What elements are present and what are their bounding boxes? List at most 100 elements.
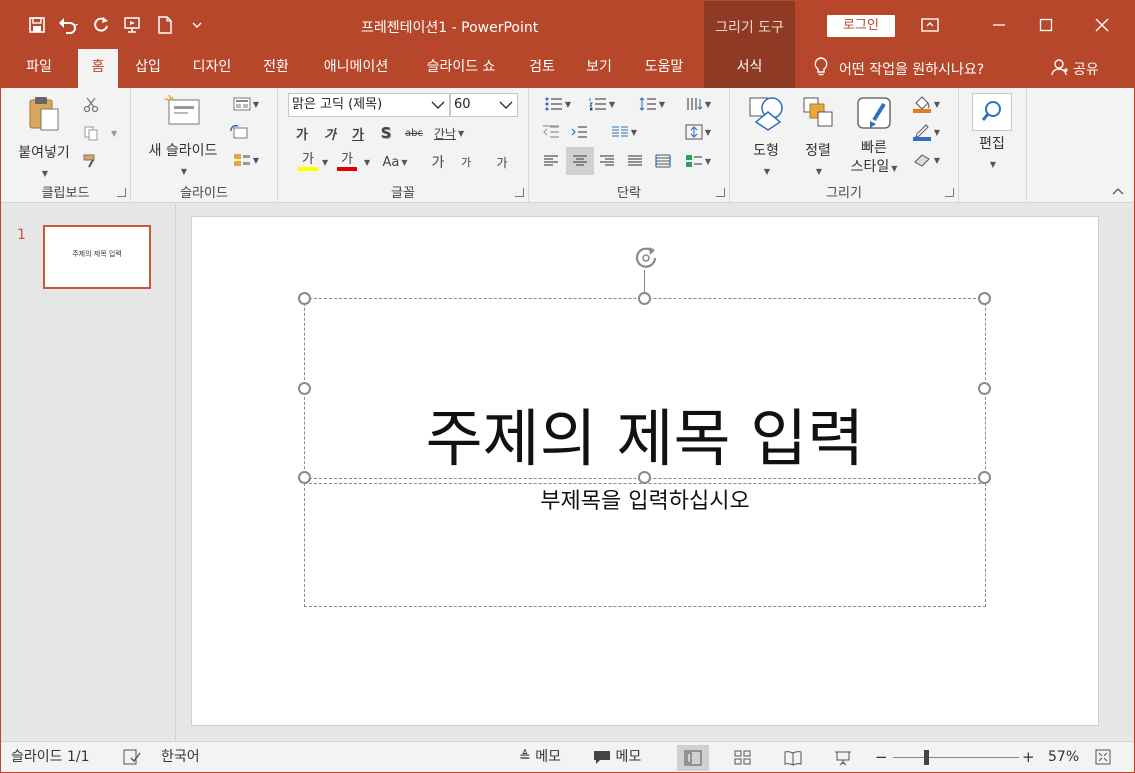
- resize-handle-left[interactable]: [298, 382, 311, 395]
- quick-styles-button[interactable]: 빠른 스타일 ▼: [842, 94, 906, 178]
- tab-help[interactable]: 도움말: [634, 49, 694, 88]
- login-button[interactable]: 로그인: [827, 15, 895, 37]
- resize-handle-top-right[interactable]: [978, 292, 991, 305]
- rotate-handle-icon[interactable]: [632, 244, 660, 272]
- reading-view-icon[interactable]: [777, 745, 809, 771]
- tab-transitions[interactable]: 전환: [253, 49, 299, 88]
- bold-button[interactable]: 가: [290, 122, 314, 144]
- align-center-icon[interactable]: [566, 147, 594, 175]
- italic-button[interactable]: 가: [318, 122, 342, 144]
- spell-check-icon[interactable]: [123, 742, 141, 772]
- slideshow-view-icon[interactable]: [827, 745, 859, 771]
- zoom-level[interactable]: 57%: [1048, 742, 1079, 772]
- zoom-slider[interactable]: [893, 757, 1019, 758]
- editing-button[interactable]: 편집 ▼: [971, 93, 1013, 174]
- font-name-combo[interactable]: 맑은 고딕 (제목): [288, 93, 450, 117]
- text-direction-icon[interactable]: ▼: [679, 93, 717, 115]
- change-case-button[interactable]: Aa ▼: [376, 151, 414, 173]
- collapse-ribbon-icon[interactable]: [1112, 184, 1124, 198]
- line-spacing-icon[interactable]: ▼: [633, 93, 671, 115]
- increase-font-size-button[interactable]: 가: [426, 151, 450, 173]
- zoom-out-button[interactable]: −: [875, 742, 888, 772]
- decrease-font-size-button[interactable]: 가: [454, 151, 478, 173]
- slide-thumbnail[interactable]: 주제의 제목 입력: [43, 225, 151, 289]
- drawing-dialog-launcher-icon[interactable]: [945, 188, 954, 197]
- normal-view-icon[interactable]: [677, 745, 709, 771]
- paste-button[interactable]: 붙여넣기 ▼: [9, 94, 79, 183]
- resize-handle-top-left[interactable]: [298, 292, 311, 305]
- align-text-icon[interactable]: ▼: [679, 121, 717, 143]
- bullets-icon[interactable]: ▼: [539, 93, 577, 115]
- format-painter-icon[interactable]: [79, 150, 103, 172]
- character-spacing-button[interactable]: 간낙 ▼: [430, 122, 468, 144]
- slideshow-from-start-icon[interactable]: [117, 9, 149, 41]
- tab-format[interactable]: 서식: [704, 49, 795, 88]
- new-document-icon[interactable]: [149, 9, 181, 41]
- tab-insert[interactable]: 삽입: [125, 49, 171, 88]
- tab-review[interactable]: 검토: [519, 49, 565, 88]
- undo-icon[interactable]: [53, 9, 85, 41]
- minimize-icon[interactable]: [976, 1, 1022, 49]
- arrange-button[interactable]: 정렬 ▼: [794, 94, 842, 181]
- font-color-button[interactable]: 가: [332, 151, 362, 173]
- tell-me-search[interactable]: 어떤 작업을 원하시나요?: [813, 49, 984, 88]
- slide-subtitle[interactable]: 부제목을 입력하십시오: [304, 483, 986, 515]
- slide-sorter-view-icon[interactable]: [727, 745, 759, 771]
- customize-qat-icon[interactable]: [181, 9, 213, 41]
- reset-slide-icon[interactable]: [227, 121, 251, 143]
- shape-effects-icon[interactable]: ▼: [906, 149, 946, 171]
- tab-animations[interactable]: 애니메이션: [311, 49, 401, 88]
- increase-indent-icon[interactable]: [567, 121, 591, 143]
- redo-icon[interactable]: [85, 9, 117, 41]
- notes-button[interactable]: ≜ 메모: [519, 742, 561, 772]
- distributed-icon[interactable]: [651, 150, 675, 172]
- justify-icon[interactable]: [623, 150, 647, 172]
- tab-view[interactable]: 보기: [576, 49, 622, 88]
- fit-slide-icon[interactable]: [1095, 742, 1111, 772]
- tab-file[interactable]: 파일: [13, 49, 65, 88]
- copy-icon[interactable]: ▼: [79, 122, 117, 144]
- clipboard-dialog-launcher-icon[interactable]: [117, 188, 126, 197]
- layout-icon[interactable]: ▼: [227, 93, 265, 115]
- chevron-down-icon[interactable]: [498, 94, 514, 123]
- ribbon-display-options-icon[interactable]: [907, 1, 953, 49]
- shape-fill-icon[interactable]: ▼: [906, 93, 946, 115]
- resize-handle-bottom-right[interactable]: [978, 471, 991, 484]
- save-icon[interactable]: [21, 9, 53, 41]
- decrease-indent-icon[interactable]: [539, 121, 563, 143]
- chevron-down-icon[interactable]: ▼: [364, 158, 370, 167]
- font-dialog-launcher-icon[interactable]: [515, 188, 524, 197]
- close-icon[interactable]: [1079, 1, 1125, 49]
- cut-icon[interactable]: [79, 94, 103, 116]
- zoom-in-button[interactable]: +: [1022, 742, 1035, 772]
- section-icon[interactable]: ▼: [227, 149, 265, 171]
- language-indicator[interactable]: 한국어: [161, 742, 200, 772]
- resize-handle-bottom-left[interactable]: [298, 471, 311, 484]
- paragraph-dialog-launcher-icon[interactable]: [716, 188, 725, 197]
- strikethrough-button[interactable]: abc: [402, 122, 426, 144]
- tab-home[interactable]: 홈: [78, 49, 118, 88]
- resize-handle-top[interactable]: [638, 292, 651, 305]
- numbering-icon[interactable]: ▼: [583, 93, 621, 115]
- maximize-icon[interactable]: [1023, 1, 1069, 49]
- tab-slideshow[interactable]: 슬라이드 쇼: [411, 49, 511, 88]
- comments-button[interactable]: 메모: [593, 742, 641, 772]
- clear-formatting-button[interactable]: 가: [490, 151, 514, 173]
- font-size-combo[interactable]: 60: [450, 93, 518, 117]
- shapes-button[interactable]: 도형 ▼: [738, 94, 794, 181]
- new-slide-button[interactable]: 새 슬라이드 ▼: [137, 94, 229, 181]
- resize-handle-right[interactable]: [978, 382, 991, 395]
- align-left-icon[interactable]: [539, 150, 563, 172]
- shape-outline-icon[interactable]: ▼: [906, 121, 946, 143]
- align-right-icon[interactable]: [595, 150, 619, 172]
- share-button[interactable]: 공유: [1051, 49, 1099, 88]
- text-shadow-button[interactable]: S: [374, 122, 398, 144]
- chevron-down-icon[interactable]: [430, 94, 446, 123]
- columns-icon[interactable]: ▼: [605, 121, 643, 143]
- tab-design[interactable]: 디자인: [183, 49, 241, 88]
- underline-button[interactable]: 가: [346, 122, 370, 144]
- resize-handle-bottom[interactable]: [638, 471, 651, 484]
- chevron-down-icon[interactable]: ▼: [322, 158, 328, 167]
- zoom-slider-thumb[interactable]: [924, 750, 929, 765]
- convert-to-smartart-icon[interactable]: ▼: [679, 150, 717, 172]
